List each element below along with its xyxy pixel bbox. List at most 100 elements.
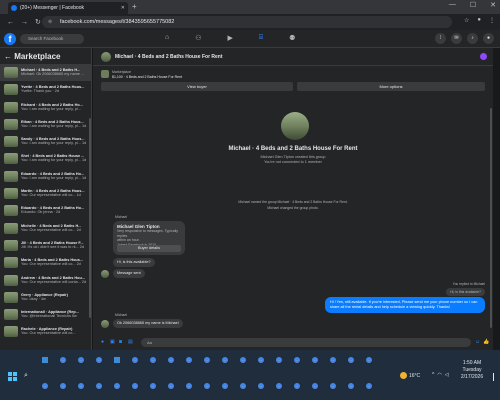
chrome-icon[interactable] [220, 381, 230, 391]
conversation-item[interactable]: Rachele · Appliance (Repair) You: Our rep… [0, 323, 91, 340]
profile-icon[interactable]: ● [477, 17, 481, 24]
menu-icon[interactable]: ⋮ [489, 17, 495, 24]
start-menu-icon[interactable] [8, 372, 17, 381]
sidebar-scrollbar[interactable] [89, 118, 91, 318]
more-options-button[interactable]: More options [297, 82, 485, 91]
sender-avatar[interactable] [101, 320, 109, 328]
chrome-icon[interactable] [238, 381, 248, 391]
conversation-item[interactable]: Richard · 4 Beds and 2 Baths Ho... You: I… [0, 99, 91, 116]
chrome-icon[interactable] [148, 381, 158, 391]
chrome-icon[interactable] [346, 381, 356, 391]
conversation-item[interactable]: Eduardo · 4 Beds and 2 Baths Ho... Eduard… [0, 202, 91, 219]
conversation-item[interactable]: Shel · 4 Beds and 2 Baths House ... You: … [0, 150, 91, 167]
chrome-icon[interactable] [130, 381, 140, 391]
chrome-icon[interactable] [292, 381, 302, 391]
voice-clip-icon[interactable]: ● [101, 339, 104, 345]
maximize-icon[interactable]: ☐ [470, 1, 476, 9]
chrome-icon[interactable] [166, 355, 176, 365]
photo-icon[interactable]: ▣ [110, 339, 115, 345]
emoji-icon[interactable]: ☺ [475, 339, 480, 345]
chat-info-icon[interactable] [480, 53, 487, 60]
conversation-item[interactable]: Gerry · Appliance (Repair) You: okay · 4w [0, 289, 91, 306]
home-icon[interactable]: ⌂ [165, 34, 169, 42]
conversation-item[interactable]: Maria · 4 Beds and 2 Baths Hous... You: O… [0, 254, 91, 271]
chrome-icon[interactable] [364, 355, 374, 365]
view-buyer-button[interactable]: View buyer [101, 82, 293, 91]
conversation-item[interactable]: Internationall · Appliance (Rep... You: @… [0, 306, 91, 323]
chrome-icon[interactable] [256, 355, 266, 365]
message-input[interactable]: Aa [141, 338, 471, 347]
new-tab-button[interactable]: + [132, 2, 137, 11]
chevron-up-icon[interactable]: ^ [432, 372, 434, 378]
messenger-icon[interactable]: ✉ [451, 33, 462, 44]
conversation-item[interactable]: Michael · 4 Beds and 2 Baths H... Michael… [0, 64, 91, 82]
chrome-icon[interactable] [310, 381, 320, 391]
chrome-icon[interactable] [130, 355, 140, 365]
volume-icon[interactable]: ◁ [445, 372, 449, 378]
chrome-icon[interactable] [292, 355, 302, 365]
chrome-icon[interactable] [58, 381, 68, 391]
chrome-icon[interactable] [202, 381, 212, 391]
browser-tab[interactable]: (20+) Messenger | Facebook ✕ [8, 2, 128, 14]
chat-avatar[interactable] [101, 52, 111, 62]
conversation-item[interactable]: Eduardo · 4 Beds and 2 Baths Ho... You: I… [0, 168, 91, 185]
reload-icon[interactable]: ↻ [35, 18, 41, 26]
show-desktop-button[interactable] [493, 373, 498, 381]
chrome-icon[interactable] [184, 355, 194, 365]
minimize-icon[interactable]: — [449, 1, 456, 9]
conversation-item[interactable]: Ethan · 4 Beds and 2 Baths Hous... You: I… [0, 116, 91, 133]
chrome-icon[interactable] [328, 381, 338, 391]
weather-widget[interactable]: 16°C [400, 372, 420, 379]
friends-icon[interactable]: ⚇ [195, 34, 201, 42]
chrome-icon[interactable] [40, 381, 50, 391]
conversation-item[interactable]: Sandy · 4 Beds and 2 Baths Hous... You: I… [0, 133, 91, 150]
chrome-icon[interactable] [94, 381, 104, 391]
chrome-icon[interactable] [364, 381, 374, 391]
app-icon[interactable] [112, 355, 122, 365]
chat-title[interactable]: Michael · 4 Beds and 2 Baths House For R… [115, 54, 223, 60]
account-avatar[interactable]: ● [483, 33, 494, 44]
conversation-item[interactable]: Andrew · 4 Beds and 2 Baths Hou... You: O… [0, 272, 91, 289]
chrome-icon[interactable] [274, 355, 284, 365]
forward-icon[interactable]: → [21, 19, 28, 26]
chrome-icon[interactable] [58, 355, 68, 365]
sender-avatar[interactable] [101, 270, 109, 278]
chrome-icon[interactable] [346, 355, 356, 365]
conversation-item[interactable]: Jill · 4 Beds and 2 Baths House F... Jill… [0, 237, 91, 254]
taskbar-clock[interactable]: 1:50 AM Tuesday 2/17/2026 [452, 360, 492, 381]
close-window-icon[interactable]: ✕ [490, 1, 496, 9]
tab-close-icon[interactable]: ✕ [121, 5, 125, 11]
chrome-icon[interactable] [184, 381, 194, 391]
gif-icon[interactable]: ▤ [128, 339, 133, 345]
chat-scrollbar[interactable] [490, 108, 492, 328]
app-icon[interactable] [40, 355, 50, 365]
wifi-icon[interactable]: ◠ [437, 372, 441, 378]
chrome-icon[interactable] [274, 381, 284, 391]
chrome-icon[interactable] [256, 381, 266, 391]
conversation-item[interactable]: Yvette · 4 Beds and 2 Baths Hous... Yvett… [0, 81, 91, 98]
chrome-icon[interactable] [76, 355, 86, 365]
chrome-icon[interactable] [148, 355, 158, 365]
back-icon[interactable]: ← [7, 19, 14, 26]
like-icon[interactable]: 👍 [483, 339, 489, 345]
chrome-icon[interactable] [238, 355, 248, 365]
chrome-icon[interactable] [112, 381, 122, 391]
site-info-icon[interactable]: ⊜ [48, 16, 52, 28]
chrome-icon[interactable] [328, 355, 338, 365]
groups-icon[interactable]: ⚉ [289, 34, 295, 42]
buyer-details-button[interactable]: Buyer details [117, 245, 181, 252]
facebook-search-input[interactable]: Search Facebook [20, 34, 84, 44]
chrome-icon[interactable] [202, 355, 212, 365]
sticker-icon[interactable]: ◙ [119, 339, 122, 345]
marketplace-icon[interactable]: ⌸ [259, 34, 263, 42]
chrome-icon[interactable] [94, 355, 104, 365]
chrome-icon[interactable] [310, 355, 320, 365]
url-bar[interactable]: ⊜ facebook.com/messages/t/38435956557750… [42, 16, 452, 28]
notifications-icon[interactable]: ♪ [467, 33, 478, 44]
chrome-icon[interactable] [76, 381, 86, 391]
watch-icon[interactable]: ▶ [228, 34, 233, 42]
chrome-icon[interactable] [166, 381, 176, 391]
chrome-icon[interactable] [220, 355, 230, 365]
conversation-item[interactable]: Martin · 4 Beds and 2 Baths Hous... You: … [0, 185, 91, 202]
facebook-logo[interactable]: f [4, 33, 16, 45]
